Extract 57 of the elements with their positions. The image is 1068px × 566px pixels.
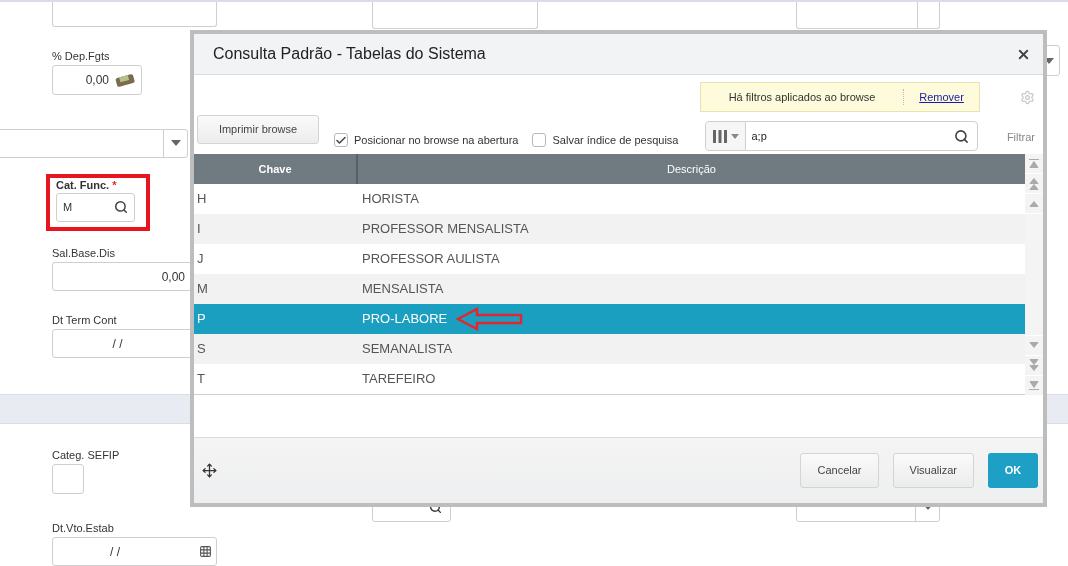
date-field[interactable]: / / <box>52 537 217 566</box>
columns-icon <box>712 129 727 143</box>
select-field[interactable] <box>0 128 188 158</box>
table-cell-text: PRO-LABORE <box>361 310 448 329</box>
column-header[interactable]: Descrição <box>358 154 1025 184</box>
filter-button[interactable]: Filtrar <box>1006 128 1035 146</box>
dropdown-caret-icon <box>730 133 739 139</box>
column-selector[interactable] <box>706 122 747 150</box>
field-label: Dt.Vto.Estab <box>52 521 114 535</box>
field-label: Sal.Base.Dis <box>52 246 115 261</box>
table-row[interactable]: S SEMANALISTA <box>194 334 1025 364</box>
table-cell-text: MENSALISTA <box>361 280 444 299</box>
select-field[interactable] <box>796 0 940 29</box>
table-cell-text: P <box>196 310 207 329</box>
table-row[interactable]: M MENSALISTA <box>194 274 1025 304</box>
checkbox[interactable] <box>334 133 348 147</box>
dialog-button[interactable]: Cancelar <box>800 453 879 488</box>
dialog-title: Consulta Padrão - Tabelas do Sistema <box>213 44 486 64</box>
move-icon[interactable] <box>202 463 217 478</box>
calculator-icon <box>115 72 135 87</box>
search-icon[interactable] <box>954 128 970 144</box>
notice-text: Há filtros aplicados ao browse <box>701 88 904 106</box>
table-cell-text: HORISTA <box>361 190 419 209</box>
search-field[interactable]: M <box>56 192 135 222</box>
remove-link[interactable]: Remover <box>904 88 979 106</box>
table-cell-text: M <box>196 280 209 299</box>
table-cell-text: T <box>196 370 206 389</box>
checkbox-label: Posicionar no browse na abertura <box>354 132 519 148</box>
field-label: Categ. SEFIP <box>52 448 120 462</box>
settings-icon[interactable] <box>1020 89 1035 105</box>
search-field[interactable]: a;p <box>705 121 979 151</box>
calendar-icon[interactable] <box>199 545 212 558</box>
table-cell-text: H <box>196 190 208 209</box>
dialog-button[interactable]: Visualizar <box>892 453 974 488</box>
search-icon[interactable] <box>114 200 128 215</box>
checkbox[interactable] <box>532 133 547 147</box>
scrollbar[interactable] <box>1025 154 1043 395</box>
search-value: a;p <box>750 128 768 144</box>
table-cell-text: PROFESSOR MENSALISTA <box>361 220 529 239</box>
table-cell-text: I <box>196 220 202 239</box>
table-cell-text: SEMANALISTA <box>361 340 453 359</box>
table-cell-text: J <box>196 250 205 269</box>
text-field[interactable] <box>372 0 538 29</box>
text-field[interactable]: 0,00 <box>52 262 192 292</box>
table-row[interactable]: I PROFESSOR MENSALISTA <box>194 214 1025 244</box>
table-cell-text: TAREFEIRO <box>361 370 436 389</box>
checkbox-label: Salvar índice de pesquisa <box>552 132 679 148</box>
table-cell-text: PROFESSOR AULISTA <box>361 250 500 269</box>
table-cell-text: S <box>196 340 207 359</box>
field-label: Cat. Func. * <box>56 177 118 192</box>
field-label: % Dep.Fgts <box>52 48 110 63</box>
field-value: 0,00 <box>85 71 109 89</box>
text-field[interactable]: 0,00 <box>52 64 142 95</box>
field-label: Dt Term Cont <box>52 313 117 328</box>
print-button[interactable]: Imprimir browse <box>197 115 319 144</box>
text-field[interactable] <box>52 464 84 494</box>
text-field[interactable] <box>52 0 217 27</box>
